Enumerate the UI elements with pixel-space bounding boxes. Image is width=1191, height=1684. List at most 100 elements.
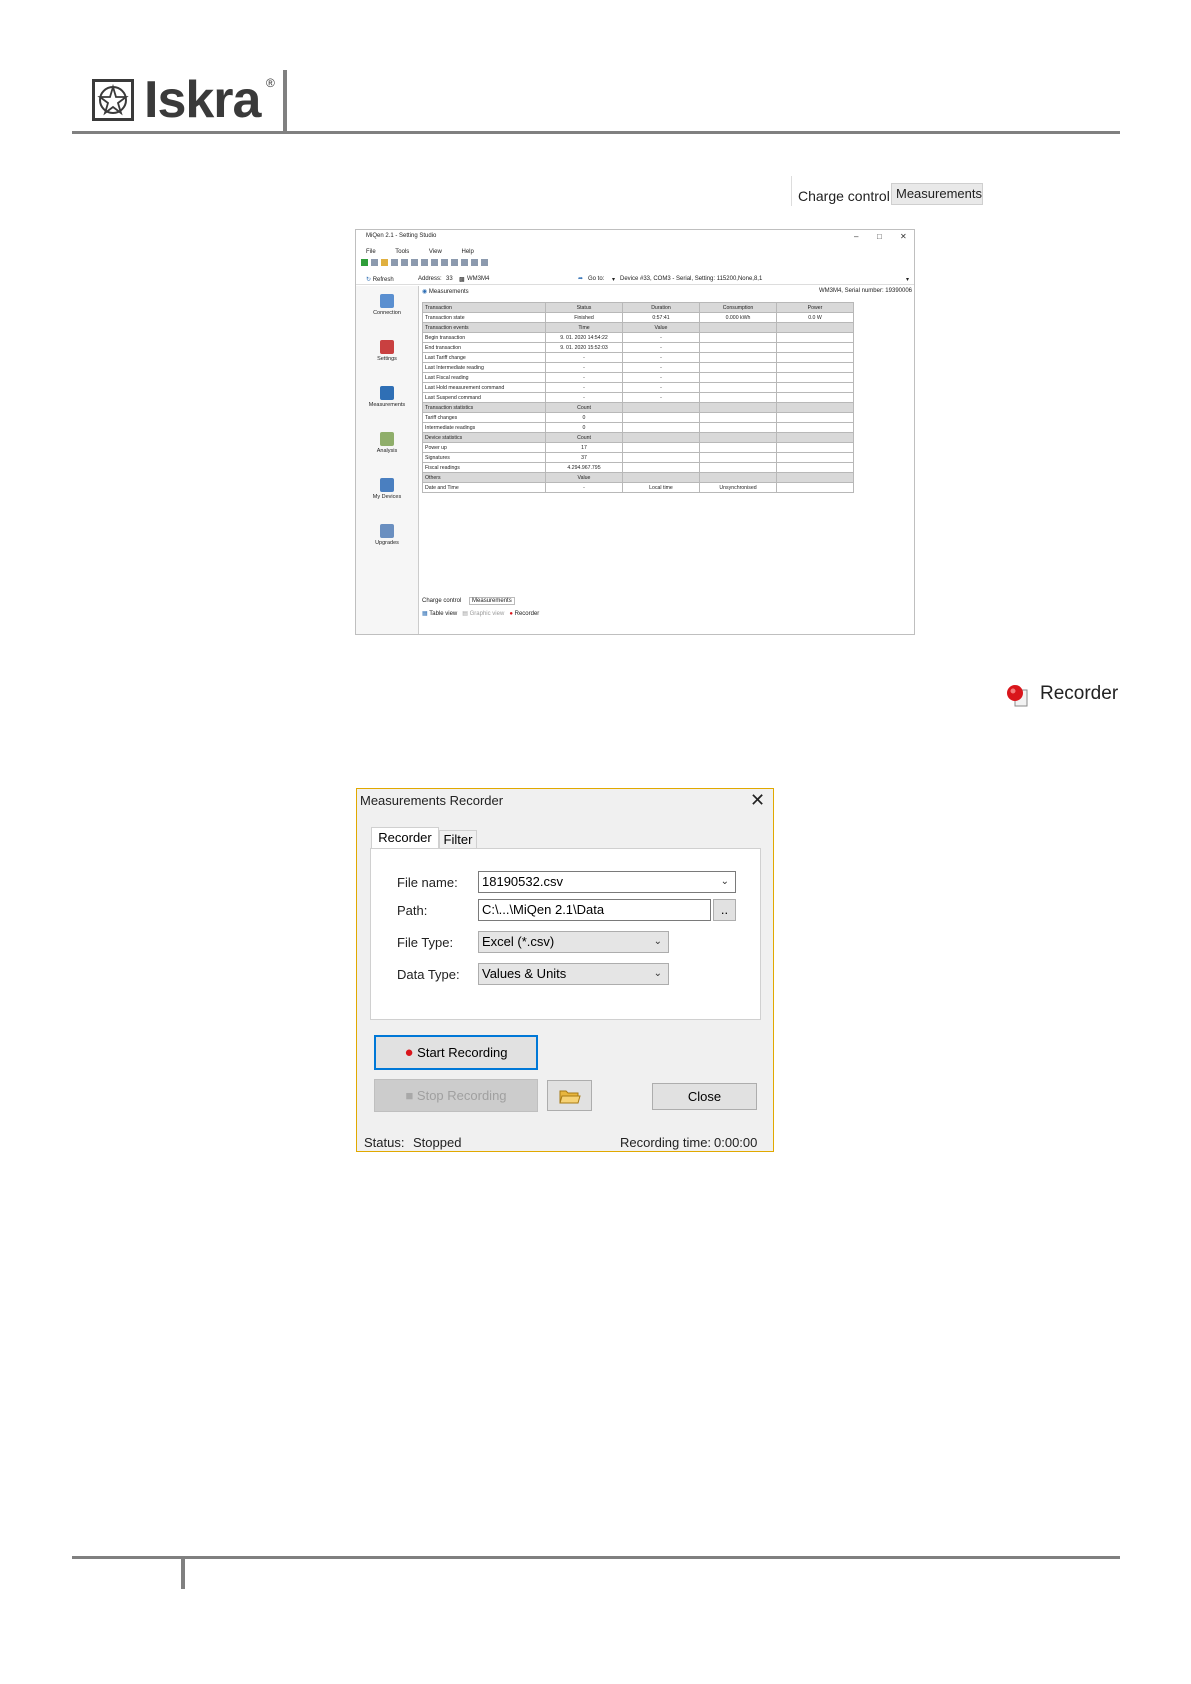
- table-cell: Fiscal readings: [422, 462, 546, 473]
- table-cell: Transaction state: [422, 312, 546, 323]
- sidebar-item-measurements[interactable]: Measurements: [356, 386, 418, 408]
- table-cell: Power up: [422, 442, 546, 453]
- close-button[interactable]: Close: [652, 1083, 757, 1110]
- refresh-button[interactable]: ↻ Refresh: [366, 276, 394, 283]
- folder-icon: [558, 1090, 581, 1104]
- goto-label[interactable]: Go to:: [588, 276, 604, 282]
- save-icon[interactable]: [391, 259, 398, 266]
- print-icon[interactable]: [421, 259, 428, 266]
- table-cell: [776, 322, 854, 333]
- serial-number: WM3M4, Serial number: 19390006: [818, 288, 912, 294]
- sidebar-item-settings[interactable]: Settings: [356, 340, 418, 362]
- bottom-tabs: Charge control Measurements: [422, 597, 515, 605]
- table-cell: [622, 452, 700, 463]
- analysis-icon: [380, 432, 394, 446]
- table-cell: -: [545, 482, 623, 493]
- monitor-icon[interactable]: [461, 259, 468, 266]
- minimize-icon[interactable]: –: [854, 232, 858, 241]
- table-cell: [776, 452, 854, 463]
- sidebar-item-upgrades[interactable]: Upgrades: [356, 524, 418, 546]
- data-type-value: Values & Units: [482, 966, 567, 981]
- table-cell: 0.0 W: [776, 312, 854, 323]
- measurements-panel-icon: ◉: [422, 289, 428, 295]
- table-row: Begin transaction 9. 01. 2020 14:54:22-: [422, 332, 854, 343]
- table-row: Last Fiscal reading - -: [422, 372, 854, 383]
- copy-icon[interactable]: [411, 259, 418, 266]
- table-cell: [622, 432, 700, 443]
- menu-help[interactable]: Help: [462, 249, 474, 255]
- sidebar: Connection Settings Measurements Analysi…: [356, 286, 419, 634]
- graphic-view-button[interactable]: ▤ Graphic view: [462, 611, 504, 617]
- open-icon[interactable]: [381, 259, 388, 266]
- table-cell: [699, 332, 777, 343]
- device-dropdown-icon[interactable]: ▾: [906, 276, 909, 283]
- tab-measurements[interactable]: Measurements: [891, 183, 983, 205]
- open-folder-button[interactable]: [547, 1080, 592, 1111]
- table-cell: Signatures: [422, 452, 546, 463]
- data-type-select[interactable]: Values & Units ⌄: [478, 963, 669, 985]
- tab-recorder[interactable]: Recorder: [371, 827, 439, 849]
- table-cell: [699, 472, 777, 483]
- table-row: Transaction state Finished 0:57:41 0.000 kW…: [422, 312, 854, 323]
- browse-button[interactable]: ..: [713, 899, 736, 921]
- table-cell: Finished: [545, 312, 623, 323]
- table-cell: Date and Time: [422, 482, 546, 493]
- table-cell: Time: [545, 322, 623, 333]
- status-value: Stopped: [413, 1135, 462, 1150]
- tools-icon[interactable]: [471, 259, 478, 266]
- table-cell: [699, 402, 777, 413]
- table-cell: [699, 362, 777, 373]
- brand-name: Iskra: [144, 71, 261, 129]
- panel-title: Measurements: [428, 289, 469, 295]
- table-row: End transaction 9. 01. 2020 15:52:03-: [422, 342, 854, 353]
- table-cell: [776, 402, 854, 413]
- recorder-button[interactable]: ● Recorder: [509, 611, 539, 617]
- maximize-icon[interactable]: □: [877, 232, 882, 241]
- save-all-icon[interactable]: [401, 259, 408, 266]
- record-icon: ●: [404, 1044, 414, 1061]
- file-name-combo[interactable]: 18190532.csv ⌄: [478, 871, 736, 893]
- table-view-button[interactable]: ▦ Table view: [422, 611, 457, 617]
- close-icon[interactable]: ✕: [900, 232, 907, 241]
- goto-dropdown-icon[interactable]: ▾: [612, 276, 615, 283]
- sidebar-item-connection[interactable]: Connection: [356, 294, 418, 316]
- table-cell: [776, 422, 854, 433]
- bottom-tab-charge-control[interactable]: Charge control: [422, 598, 461, 604]
- tab-filter[interactable]: Filter: [439, 830, 477, 849]
- menu-tools[interactable]: Tools: [395, 249, 409, 255]
- table-cell: -: [622, 372, 700, 383]
- new-icon[interactable]: [361, 259, 368, 266]
- bottom-tab-measurements[interactable]: Measurements: [469, 597, 515, 605]
- path-label: Path:: [397, 903, 428, 918]
- info-icon[interactable]: [481, 259, 488, 266]
- measurements-panel-header: ◉ Measurements WM3M4, Serial number: 193…: [422, 288, 912, 297]
- table-cell: Last Tariff change: [422, 352, 546, 363]
- download-icon[interactable]: [371, 259, 378, 266]
- table-cell: -: [622, 352, 700, 363]
- file-type-select[interactable]: Excel (*.csv) ⌄: [478, 931, 669, 953]
- sidebar-item-my-devices[interactable]: My Devices: [356, 478, 418, 500]
- stop-recording-button[interactable]: ■ Stop Recording: [374, 1079, 538, 1112]
- table-cell: Value: [622, 322, 700, 333]
- table-cell: -: [622, 342, 700, 353]
- table-cell: [776, 412, 854, 423]
- measurements-table: Transaction Status Duration Consumption Powe…: [422, 302, 854, 493]
- menu-file[interactable]: File: [366, 249, 376, 255]
- connection-icon: [380, 294, 394, 308]
- table-row: Device statistics Count: [422, 432, 854, 443]
- table-cell: [776, 342, 854, 353]
- tag-icon[interactable]: [451, 259, 458, 266]
- table-cell: Transaction: [422, 302, 546, 313]
- dialog-close-icon[interactable]: ✕: [750, 790, 765, 811]
- tab-charge-control[interactable]: Charge control: [798, 188, 890, 204]
- table-cell: [776, 392, 854, 403]
- table-cell: 17: [545, 442, 623, 453]
- export-icon[interactable]: [441, 259, 448, 266]
- table-cell: Local time: [622, 482, 700, 493]
- path-input[interactable]: C:\...\MiQen 2.1\Data: [478, 899, 711, 921]
- preview-icon[interactable]: [431, 259, 438, 266]
- menu-view[interactable]: View: [429, 249, 442, 255]
- sidebar-item-analysis[interactable]: Analysis: [356, 432, 418, 454]
- table-cell: Duration: [622, 302, 700, 313]
- start-recording-button[interactable]: ● Start Recording: [374, 1035, 538, 1070]
